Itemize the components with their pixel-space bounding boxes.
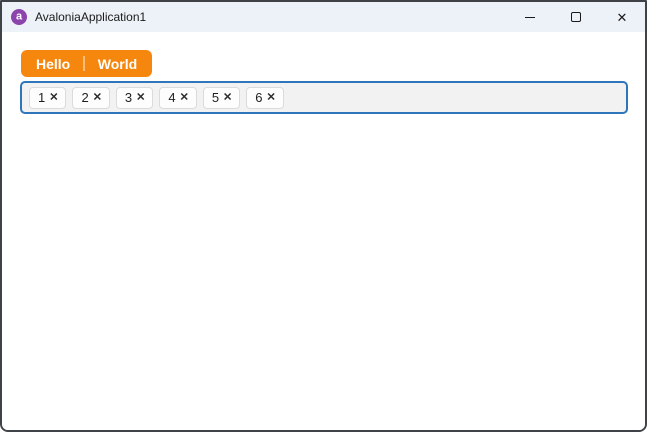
chip-remove-icon[interactable]: ✕ [49,92,58,104]
tag-chip: 3 ✕ [115,86,154,109]
chip-label: 5 [211,90,220,105]
chip-remove-icon[interactable]: ✕ [180,92,189,104]
tag-chip: 4 ✕ [159,86,197,109]
minimize-button[interactable] [507,2,553,32]
tag-chip: 2 ✕ [72,86,110,109]
tags-input[interactable]: 1 ✕ 2 ✕ 3 ✕ 4 ✕ 5 ✕ 6 ✕ [20,81,628,114]
chip-remove-icon[interactable]: ✕ [267,92,276,104]
close-icon: ✕ [616,9,628,25]
chip-label: 6 [255,90,263,105]
chip-label: 2 [81,90,89,105]
chip-remove-icon[interactable]: ✕ [136,92,145,104]
chip-label: 3 [124,90,133,105]
app-window: a AvaloniaApplication1 ✕ Hello World 1 ✕ [0,0,647,432]
minimize-icon [525,16,535,18]
tag-chip: 1 ✕ [29,86,67,109]
chip-remove-icon[interactable]: ✕ [93,92,102,104]
tab-hello[interactable]: Hello [23,50,83,77]
tab-strip: Hello World [21,50,153,77]
content-area: Hello World 1 ✕ 2 ✕ 3 ✕ 4 ✕ 5 ✕ 6 ✕ [2,32,645,430]
chip-label: 1 [38,90,46,105]
app-logo-letter: a [15,10,23,22]
titlebar[interactable]: a AvaloniaApplication1 ✕ [2,2,645,32]
app-logo-icon: a [11,9,27,25]
tag-chip: 6 ✕ [246,86,284,109]
maximize-icon [571,12,581,22]
chip-remove-icon[interactable]: ✕ [223,92,232,104]
maximize-button[interactable] [553,2,599,32]
chip-label: 4 [168,90,176,105]
close-button[interactable]: ✕ [599,2,645,32]
window-title: AvaloniaApplication1 [35,10,147,24]
tag-chip: 5 ✕ [202,86,241,109]
tab-world[interactable]: World [85,50,150,77]
